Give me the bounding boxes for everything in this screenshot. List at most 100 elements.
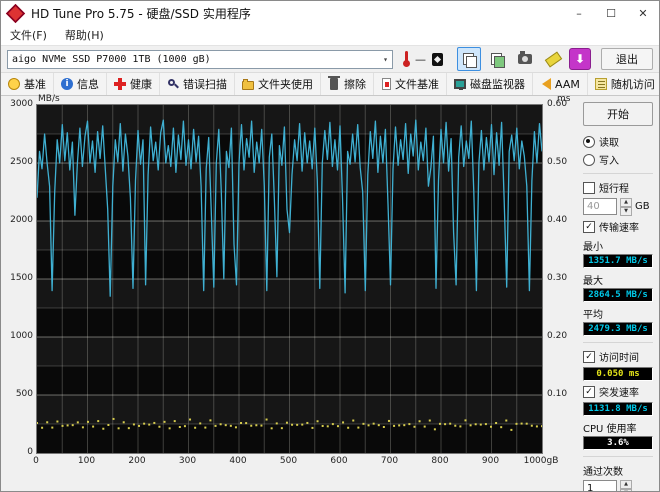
- x-axis-tick: 700: [380, 456, 399, 466]
- tab-错误扫描[interactable]: 错误扫描: [160, 73, 235, 95]
- highlight-button[interactable]: [541, 47, 565, 71]
- x-axis-tick: 0: [33, 456, 39, 466]
- tab-label: 擦除: [344, 78, 366, 91]
- exit-button[interactable]: 退出: [601, 48, 653, 70]
- avg-label: 平均: [583, 310, 603, 321]
- left-axis-unit: MB/s: [38, 94, 60, 104]
- right-axis-tick: 0.20: [547, 331, 568, 341]
- health-icon: [114, 78, 126, 90]
- save-results-button[interactable]: ⬇: [569, 48, 591, 70]
- max-label: 最大: [583, 276, 603, 287]
- right-axis-tick: 0.60: [547, 99, 568, 109]
- checkbox-icon: ✓: [583, 220, 595, 233]
- left-axis-tick: 500: [15, 389, 33, 399]
- burst-rate-value: 1131.8 MB/s: [583, 402, 653, 416]
- tab-擦除[interactable]: 擦除: [321, 73, 374, 95]
- short-stroke-label: 短行程: [599, 184, 629, 195]
- short-stroke-input[interactable]: 40: [583, 198, 617, 215]
- short-stroke-checkbox[interactable]: 短行程: [583, 180, 653, 195]
- disk-monitor-icon: [454, 79, 466, 90]
- radio-icon: [583, 153, 595, 166]
- x-axis-tick: 200: [128, 456, 146, 466]
- tab-label: 文件基准: [395, 78, 439, 91]
- tab-信息[interactable]: i 信息: [54, 73, 107, 95]
- x-axis-tick: 1000gB: [523, 456, 559, 466]
- tab-label: 基准: [24, 78, 46, 91]
- right-axis-tick: 0.50: [547, 157, 568, 167]
- power-icon: [432, 52, 443, 66]
- tab-AAM[interactable]: AAM: [533, 73, 588, 95]
- access-time-value: 0.050 ms: [583, 367, 653, 381]
- menu-item-1[interactable]: 帮助(H): [56, 25, 113, 45]
- copy-button[interactable]: [457, 47, 481, 71]
- right-axis-tick: 0.30: [547, 273, 568, 283]
- close-button[interactable]: ✕: [627, 1, 659, 25]
- tab-随机访问[interactable]: 随机访问: [588, 73, 659, 95]
- x-axis-tick: 500: [279, 456, 298, 466]
- download-icon: ⬇: [574, 52, 586, 66]
- tab-label: 信息: [77, 78, 99, 91]
- avg-value: 2479.3 MB/s: [583, 322, 653, 336]
- tab-健康[interactable]: 健康: [107, 73, 160, 95]
- read-radio-label: 读取: [599, 138, 619, 149]
- folder-usage-icon: [242, 78, 254, 90]
- left-axis-tick: 1000: [10, 331, 33, 341]
- screenshot-button[interactable]: [513, 47, 537, 71]
- copy-image-icon: [491, 52, 505, 68]
- maximize-button[interactable]: ☐: [595, 1, 627, 25]
- x-axis-tick: 300: [178, 456, 197, 466]
- pass-count-stepper[interactable]: ▲▼: [620, 480, 632, 491]
- divider: [583, 173, 653, 174]
- tab-label: 文件夹使用: [258, 78, 313, 91]
- x-axis-tick: 400: [229, 456, 247, 466]
- menu-item-0[interactable]: 文件(F): [1, 25, 56, 45]
- tab-label: AAM: [555, 77, 580, 91]
- checkbox-icon: ✓: [583, 350, 595, 363]
- right-axis-tick: 0.10: [547, 389, 568, 399]
- left-axis-tick: 2500: [10, 157, 33, 167]
- app-window: HD Tune Pro 5.75 - 硬盘/SSD 实用程序 – ☐ ✕ 文件(…: [0, 0, 660, 492]
- transfer-rate-checkbox[interactable]: ✓ 传输速率: [583, 219, 653, 234]
- title-bar: HD Tune Pro 5.75 - 硬盘/SSD 实用程序 – ☐ ✕: [1, 1, 659, 25]
- write-radio-label: 写入: [599, 156, 619, 167]
- toolbar: aigo NVMe SSD P7000 1TB (1000 gB) ▾ — ⬇ …: [1, 46, 659, 72]
- left-axis-tick: 3000: [10, 99, 33, 109]
- thermometer-icon: [403, 51, 410, 67]
- write-radio[interactable]: 写入: [583, 152, 653, 167]
- temperature-value: —: [415, 52, 426, 66]
- window-title: HD Tune Pro 5.75 - 硬盘/SSD 实用程序: [31, 6, 251, 21]
- tab-磁盘监视器[interactable]: 磁盘监视器: [447, 73, 533, 95]
- drive-select[interactable]: aigo NVMe SSD P7000 1TB (1000 gB) ▾: [7, 49, 393, 69]
- copy-icon: [463, 52, 477, 68]
- short-stroke-stepper[interactable]: ▲ ▼: [620, 198, 632, 216]
- start-button-label: 开始: [607, 108, 629, 121]
- radio-icon: [583, 135, 595, 148]
- gb-unit-label: GB: [635, 201, 650, 212]
- burst-rate-checkbox[interactable]: ✓ 突发速率: [583, 384, 653, 399]
- start-button[interactable]: 开始: [583, 102, 653, 126]
- tab-文件基准[interactable]: 文件基准: [374, 73, 447, 95]
- min-label: 最小: [583, 242, 603, 253]
- tab-文件夹使用[interactable]: 文件夹使用: [235, 73, 321, 95]
- left-axis-tick: 2000: [10, 215, 33, 225]
- x-axis-tick: 100: [77, 456, 96, 466]
- tab-基准[interactable]: 基准: [1, 73, 54, 95]
- benchmark-icon: [8, 78, 20, 90]
- marker-icon: [544, 51, 562, 67]
- min-value: 1351.7 MB/s: [583, 254, 653, 268]
- max-value: 2864.5 MB/s: [583, 288, 653, 302]
- random-access-icon: [594, 78, 607, 90]
- access-time-checkbox[interactable]: ✓ 访问时间: [583, 349, 653, 364]
- read-radio[interactable]: 读取: [583, 134, 653, 149]
- chevron-down-icon: ▾: [383, 54, 388, 64]
- divider: [583, 456, 653, 457]
- tab-label: 健康: [130, 78, 152, 91]
- copy-image-button[interactable]: [485, 47, 509, 71]
- right-axis-tick: 0.40: [547, 215, 568, 225]
- camera-icon: [518, 51, 532, 64]
- minimize-button[interactable]: –: [563, 1, 595, 25]
- burst-rate-label: 突发速率: [599, 388, 639, 399]
- pass-count-input[interactable]: 1: [583, 480, 617, 491]
- tab-label: 随机访问: [610, 78, 655, 91]
- menu-bar: 文件(F) 帮助(H): [1, 25, 659, 46]
